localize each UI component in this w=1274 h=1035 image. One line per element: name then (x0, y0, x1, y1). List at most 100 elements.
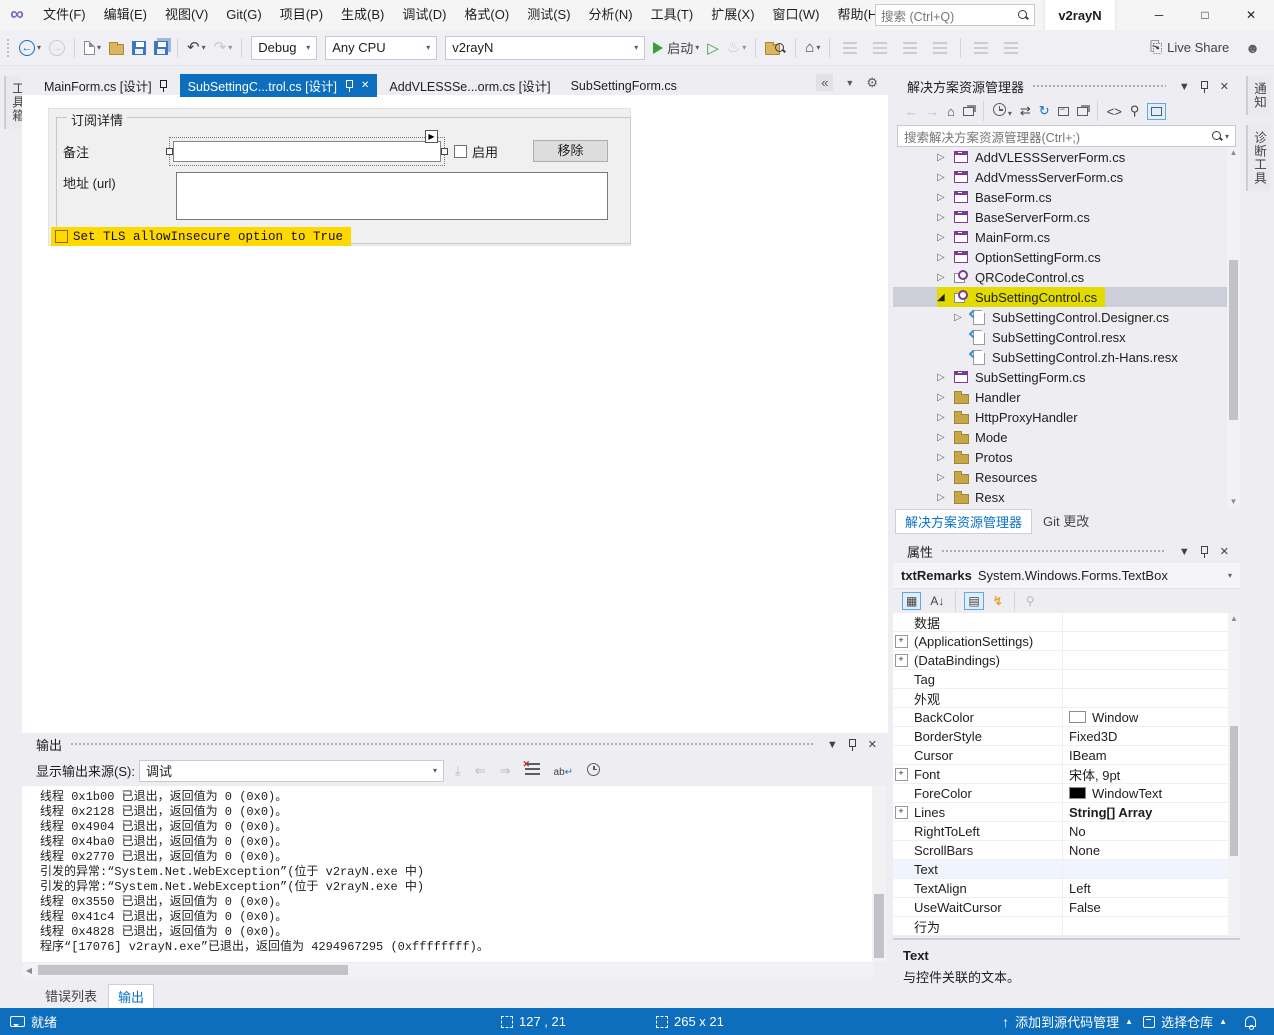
property-row[interactable]: Cursor IBeam (893, 746, 1240, 765)
home-icon[interactable]: ⌂ (947, 104, 955, 119)
live-share-button[interactable]: ⎘Live Share (1150, 40, 1229, 55)
property-expander-icon[interactable] (893, 768, 909, 781)
pin-icon[interactable] (160, 80, 168, 92)
menu-item[interactable]: 格式(O) (455, 0, 518, 30)
add-to-source-control-button[interactable]: 添加到源代码管理 (1015, 1012, 1119, 1031)
tree-expander-icon[interactable] (937, 272, 953, 283)
close-icon[interactable]: ✕ (868, 738, 877, 751)
tree-item[interactable]: BaseServerForm.cs (893, 207, 1240, 227)
scrollbar-thumb[interactable] (38, 965, 348, 975)
forward-icon[interactable]: → (926, 104, 939, 119)
save-button[interactable] (129, 36, 149, 60)
resize-handle-left[interactable] (166, 148, 173, 155)
save-all-button[interactable] (151, 36, 171, 60)
tree-expander-icon[interactable] (954, 312, 970, 323)
dropdown-caret-icon[interactable]: ▲ (1219, 1017, 1227, 1026)
pin-icon[interactable] (1201, 81, 1209, 93)
property-row[interactable]: BackColor Window (893, 708, 1240, 727)
property-row[interactable]: Lines String[] Array (893, 803, 1240, 822)
tree-expander-icon[interactable] (937, 392, 953, 403)
tree-item[interactable]: HttpProxyHandler (893, 407, 1240, 427)
select-repository-button[interactable]: 选择仓库 (1161, 1012, 1213, 1031)
switch-views-icon[interactable] (963, 104, 974, 119)
property-row[interactable]: (DataBindings) (893, 651, 1240, 670)
close-icon[interactable]: ✕ (361, 80, 369, 91)
tree-expander-icon[interactable] (937, 172, 953, 183)
align-tops-button[interactable] (896, 36, 924, 60)
quick-search-input[interactable]: 搜索 (Ctrl+Q) (875, 4, 1035, 26)
tab-options-gear-icon[interactable]: ⚙ (866, 75, 878, 91)
tree-expander-icon[interactable] (937, 292, 953, 303)
editor-tab[interactable]: AddVLESSSe...orm.cs [设计] ✕ (381, 74, 558, 97)
enable-checkbox[interactable]: 启用 (454, 142, 498, 161)
property-row[interactable]: 数据 (893, 613, 1240, 632)
properties-view-icon[interactable]: ▤ (964, 592, 983, 610)
tree-expander-icon[interactable] (937, 412, 953, 423)
tree-expander-icon[interactable] (937, 212, 953, 223)
align-lefts-button[interactable] (836, 36, 864, 60)
output-horizontal-scrollbar[interactable]: ◀ (22, 963, 874, 977)
menu-item[interactable]: 工具(T) (642, 0, 703, 30)
menu-item[interactable]: 视图(V) (156, 0, 217, 30)
undo-button[interactable]: ↶▾ (184, 36, 209, 60)
tree-item[interactable]: OptionSettingForm.cs (893, 247, 1240, 267)
menu-item[interactable]: 编辑(E) (95, 0, 156, 30)
solution-platform-combo[interactable]: Any CPU▾ (325, 36, 437, 60)
smart-tag-button[interactable]: ▶ (425, 130, 438, 143)
grid-vertical-scrollbar[interactable]: ▲ (1228, 613, 1240, 936)
minimize-button[interactable]: ─ (1136, 0, 1182, 30)
window-position-icon[interactable]: ▼ (827, 739, 838, 751)
url-textbox[interactable] (176, 172, 608, 220)
pin-icon[interactable] (849, 739, 857, 751)
vertical-tool-tab[interactable]: 通知 (1246, 76, 1271, 115)
find-in-files-button[interactable] (762, 36, 789, 60)
pin-icon[interactable] (1201, 546, 1209, 558)
solution-configuration-combo[interactable]: Debug▾ (251, 36, 317, 60)
notifications-bell-icon[interactable] (1245, 1016, 1256, 1027)
window-position-icon[interactable]: ▼ (1179, 81, 1190, 93)
menu-item[interactable]: Git(G) (217, 0, 270, 30)
tls-allow-insecure-checkbox[interactable]: Set TLS allowInsecure option to True (51, 227, 351, 246)
back-icon[interactable]: ← (905, 104, 918, 119)
solution-explorer-shortcut-button[interactable]: ⌂▾ (802, 36, 823, 60)
property-row[interactable]: ScrollBars None (893, 841, 1240, 860)
tool-window-tab[interactable]: 错误列表 (36, 984, 106, 1007)
tree-expander-icon[interactable] (937, 232, 953, 243)
output-panel-header[interactable]: 输出 ▼ ✕ (22, 733, 888, 756)
tree-item[interactable]: Handler (893, 387, 1240, 407)
tree-item[interactable]: SubSettingControl.zh-Hans.resx (893, 347, 1240, 367)
menu-item[interactable]: 窗口(W) (764, 0, 829, 30)
property-expander-icon[interactable] (893, 635, 909, 648)
menu-item[interactable]: 扩展(X) (702, 0, 763, 30)
tree-expander-icon[interactable] (937, 252, 953, 263)
align-bottoms-button[interactable] (926, 36, 954, 60)
property-row[interactable]: TextAlign Left (893, 879, 1240, 898)
pin-icon[interactable] (345, 80, 353, 92)
tree-item[interactable]: AddVmessServerForm.cs (893, 167, 1240, 187)
goto-message-icon[interactable]: ⤓ (455, 763, 461, 779)
preview-selected-items-icon[interactable] (1147, 103, 1166, 120)
menu-item[interactable]: 调试(D) (393, 0, 455, 30)
tree-item[interactable]: BaseForm.cs (893, 187, 1240, 207)
profiler-button[interactable]: ♨▾ (724, 36, 749, 60)
dropdown-icon[interactable]: ▾ (1228, 571, 1232, 580)
previous-message-icon[interactable]: ⇐ (475, 763, 486, 779)
alphabetical-sort-icon[interactable]: A↓ (927, 593, 947, 609)
property-row[interactable]: BorderStyle Fixed3D (893, 727, 1240, 746)
open-file-button[interactable] (106, 36, 127, 60)
word-wrap-icon[interactable]: ab (554, 763, 574, 778)
tree-expander-icon[interactable] (937, 472, 953, 483)
tree-item[interactable]: SubSettingControl.Designer.cs (893, 307, 1240, 327)
tree-expander-icon[interactable] (937, 372, 953, 383)
search-options-dropdown-icon[interactable]: ▾ (1225, 132, 1229, 141)
navigate-back-button[interactable]: ←▾ (16, 36, 44, 60)
close-icon[interactable]: ✕ (1220, 545, 1229, 558)
tool-window-tab[interactable]: 输出 (108, 984, 154, 1009)
property-row[interactable]: Font 宋体, 9pt (893, 765, 1240, 784)
vertical-tool-tab[interactable]: 诊断工具 (1246, 125, 1271, 191)
property-row[interactable]: 行为 (893, 917, 1240, 936)
property-row[interactable]: (ApplicationSettings) (893, 632, 1240, 651)
start-debug-button[interactable]: 启动▾ (650, 36, 702, 60)
remarks-textbox[interactable] (173, 141, 441, 162)
new-file-button[interactable]: ▾ (81, 36, 104, 60)
